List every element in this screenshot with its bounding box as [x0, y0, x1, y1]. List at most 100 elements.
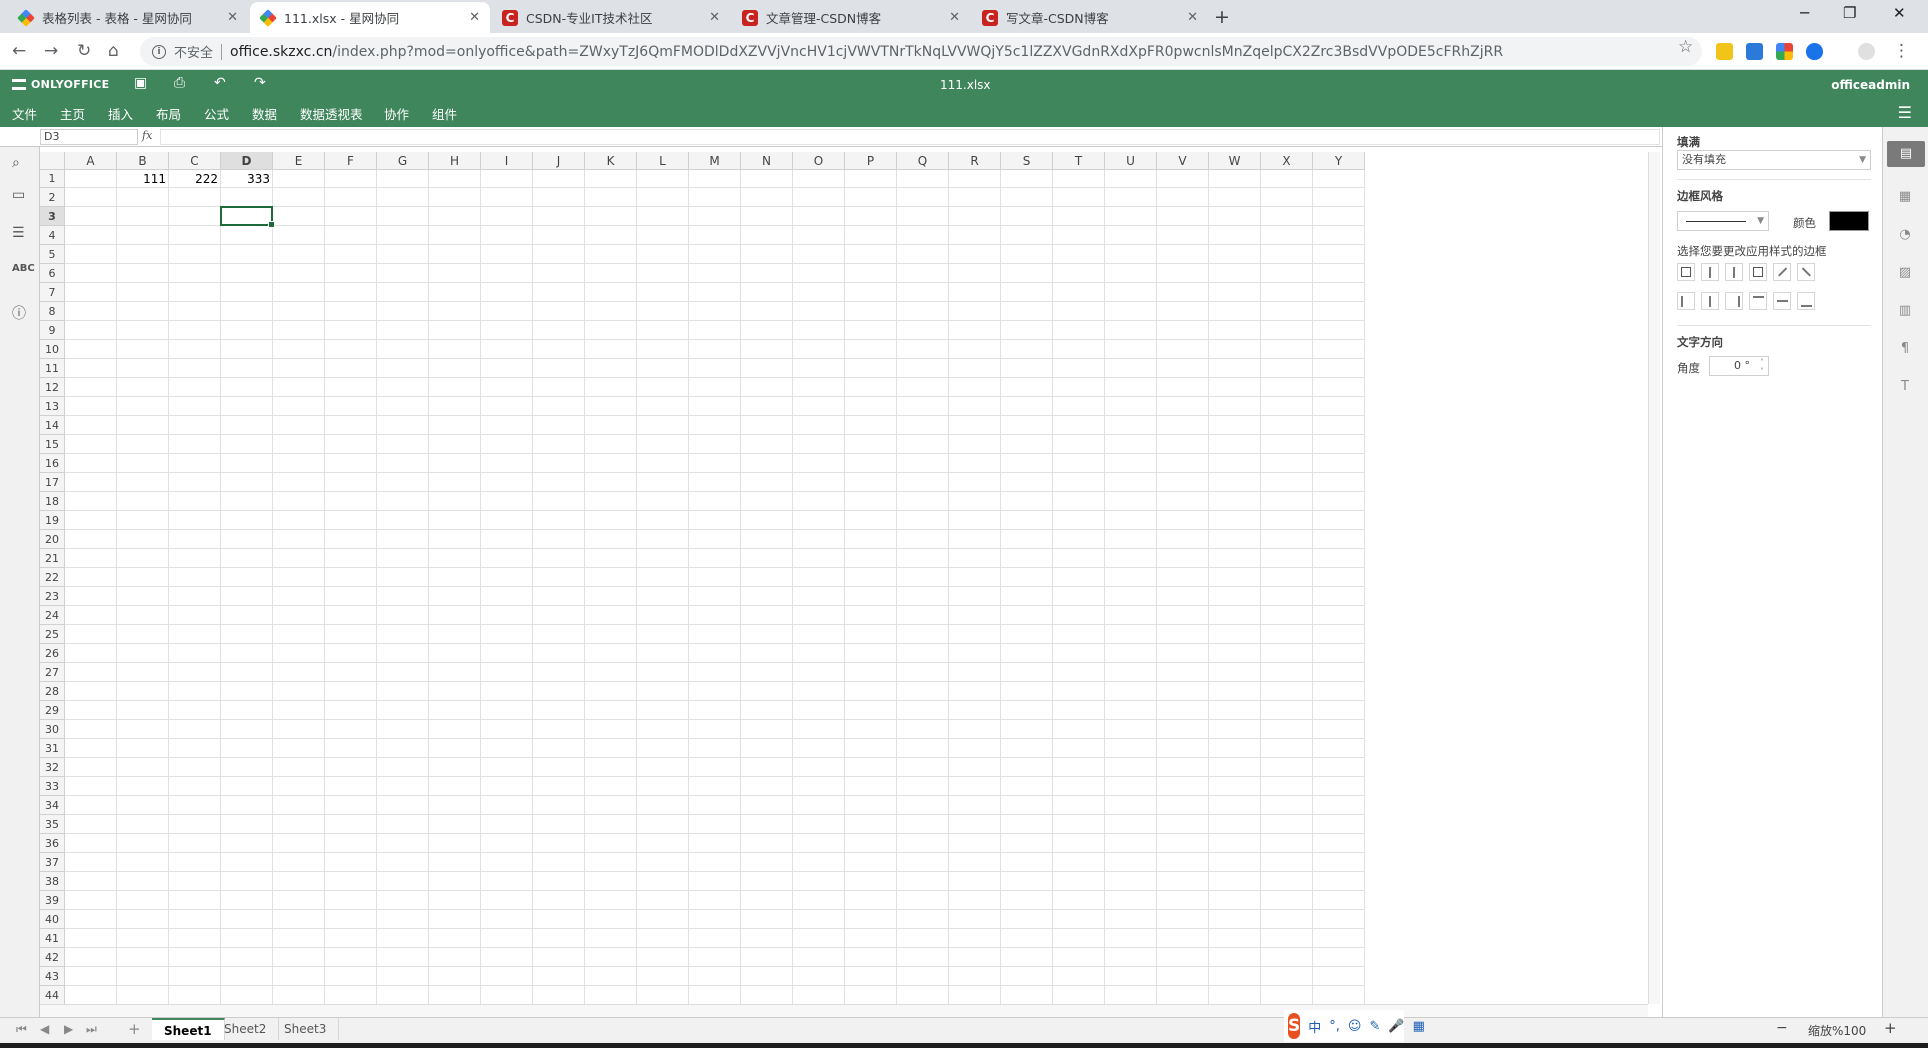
first-sheet-icon[interactable]: ⏮: [16, 1022, 27, 1037]
menu-home[interactable]: 主页: [60, 104, 85, 123]
row-header-37[interactable]: 37: [40, 853, 65, 872]
column-header-D[interactable]: D: [221, 152, 273, 170]
column-header-F[interactable]: F: [325, 152, 377, 170]
row-header-19[interactable]: 19: [40, 511, 65, 530]
row-header-25[interactable]: 25: [40, 625, 65, 644]
outer-border-icon[interactable]: [1749, 263, 1767, 281]
paragraph-settings-icon[interactable]: ¶: [1897, 341, 1913, 356]
extension-js-icon[interactable]: [1716, 43, 1733, 60]
menu-plugins[interactable]: 组件: [432, 104, 457, 123]
row-header-15[interactable]: 15: [40, 435, 65, 454]
vertical-scrollbar[interactable]: [1648, 152, 1660, 1004]
minimize-icon[interactable]: ─: [1800, 4, 1809, 22]
column-header-R[interactable]: R: [949, 152, 1001, 170]
row-header-24[interactable]: 24: [40, 606, 65, 625]
table-settings-icon[interactable]: ▦: [1897, 189, 1913, 204]
row-header-32[interactable]: 32: [40, 758, 65, 777]
column-header-N[interactable]: N: [741, 152, 793, 170]
row-header-2[interactable]: 2: [40, 188, 65, 207]
column-header-J[interactable]: J: [533, 152, 585, 170]
column-header-K[interactable]: K: [585, 152, 637, 170]
ime-voice-icon[interactable]: 🎤: [1388, 1019, 1404, 1034]
browser-tab-1[interactable]: 表格列表 - 表格 - 星网协同 ✕: [8, 2, 248, 33]
row-header-29[interactable]: 29: [40, 701, 65, 720]
column-header-M[interactable]: M: [689, 152, 741, 170]
row-header-13[interactable]: 13: [40, 397, 65, 416]
cell-B1[interactable]: 111: [117, 170, 169, 188]
column-header-I[interactable]: I: [481, 152, 533, 170]
row-header-27[interactable]: 27: [40, 663, 65, 682]
extension-shield-icon[interactable]: [1806, 43, 1823, 60]
vertical-inner-icon[interactable]: [1701, 292, 1719, 310]
info-icon[interactable]: i: [152, 44, 166, 59]
ime-punctuation-icon[interactable]: °,: [1329, 1019, 1340, 1034]
ime-chinese-mode[interactable]: 中: [1308, 1017, 1321, 1036]
add-sheet-icon[interactable]: +: [128, 1020, 141, 1038]
row-header-30[interactable]: 30: [40, 720, 65, 739]
row-header-8[interactable]: 8: [40, 302, 65, 321]
menu-formula[interactable]: 公式: [204, 104, 229, 123]
row-header-20[interactable]: 20: [40, 530, 65, 549]
text-art-settings-icon[interactable]: T: [1897, 379, 1913, 394]
row-header-44[interactable]: 44: [40, 986, 65, 1004]
name-box[interactable]: D3: [40, 129, 138, 145]
column-header-L[interactable]: L: [637, 152, 689, 170]
column-header-A[interactable]: A: [65, 152, 117, 170]
row-header-7[interactable]: 7: [40, 283, 65, 302]
profile-avatar[interactable]: [1858, 43, 1875, 60]
browser-menu-icon[interactable]: ⋮: [1893, 41, 1910, 61]
restore-icon[interactable]: ❐: [1843, 4, 1856, 22]
new-tab-icon[interactable]: +: [1214, 6, 1230, 28]
browser-tab-3[interactable]: C CSDN-专业IT技术社区 ✕: [492, 2, 730, 33]
chat-icon[interactable]: ☰: [12, 225, 25, 241]
close-tab-icon[interactable]: ✕: [469, 10, 480, 25]
row-header-16[interactable]: 16: [40, 454, 65, 473]
angle-spinner[interactable]: 0 ° ˄ ˅: [1709, 356, 1769, 376]
row-header-12[interactable]: 12: [40, 378, 65, 397]
row-header-22[interactable]: 22: [40, 568, 65, 587]
print-icon[interactable]: ⎙: [174, 75, 185, 91]
home-icon[interactable]: ⌂: [108, 41, 119, 61]
column-header-C[interactable]: C: [169, 152, 221, 170]
menu-collaboration[interactable]: 协作: [384, 104, 409, 123]
menu-file[interactable]: 文件: [12, 104, 37, 123]
top-border-icon[interactable]: [1749, 292, 1767, 310]
spreadsheet-grid[interactable]: ABCDEFGHIJKLMNOPQRSTUVWXY 1 2 3 4 5 6 7 8 9 10 11 1…: [40, 152, 1648, 1004]
column-header-B[interactable]: B: [117, 152, 169, 170]
close-tab-icon[interactable]: ✕: [709, 10, 720, 25]
browser-tab-2[interactable]: 111.xlsx - 星网协同 ✕: [250, 2, 490, 33]
diagonal-down-icon[interactable]: [1797, 263, 1815, 281]
search-icon[interactable]: ⌕: [12, 155, 20, 171]
column-header-E[interactable]: E: [273, 152, 325, 170]
function-icon[interactable]: fx: [142, 129, 152, 142]
formula-input[interactable]: [160, 129, 1660, 145]
row-header-6[interactable]: 6: [40, 264, 65, 283]
close-tab-icon[interactable]: ✕: [1187, 10, 1198, 25]
row-header-38[interactable]: 38: [40, 872, 65, 891]
prev-sheet-icon[interactable]: ◀: [40, 1022, 49, 1036]
cell-settings-icon[interactable]: ▤: [1887, 141, 1925, 167]
menu-pivot-table[interactable]: 数据透视表: [300, 104, 363, 123]
sogou-logo-icon[interactable]: S: [1288, 1013, 1301, 1039]
address-bar[interactable]: i 不安全 office.skzxc.cn/index.php?mod=only…: [140, 37, 1702, 66]
row-header-40[interactable]: 40: [40, 910, 65, 929]
back-icon[interactable]: ←: [12, 41, 26, 61]
diagonal-up-icon[interactable]: [1773, 263, 1791, 281]
redo-icon[interactable]: ↷: [254, 75, 266, 91]
image-settings-icon[interactable]: ▨: [1897, 265, 1913, 280]
column-header-W[interactable]: W: [1209, 152, 1261, 170]
row-header-41[interactable]: 41: [40, 929, 65, 948]
hamburger-menu-icon[interactable]: ☰: [1898, 103, 1912, 122]
column-header-U[interactable]: U: [1105, 152, 1157, 170]
close-tab-icon[interactable]: ✕: [227, 10, 238, 25]
reload-icon[interactable]: ↻: [77, 41, 91, 61]
column-header-X[interactable]: X: [1261, 152, 1313, 170]
spellcheck-icon[interactable]: ABC: [12, 263, 35, 274]
undo-icon[interactable]: ↶: [214, 75, 226, 91]
right-border-icon[interactable]: [1725, 292, 1743, 310]
row-header-21[interactable]: 21: [40, 549, 65, 568]
row-header-11[interactable]: 11: [40, 359, 65, 378]
menu-insert[interactable]: 插入: [108, 104, 133, 123]
zoom-out-icon[interactable]: −: [1776, 1020, 1788, 1036]
sheet-tab-2[interactable]: Sheet2: [212, 1018, 280, 1040]
